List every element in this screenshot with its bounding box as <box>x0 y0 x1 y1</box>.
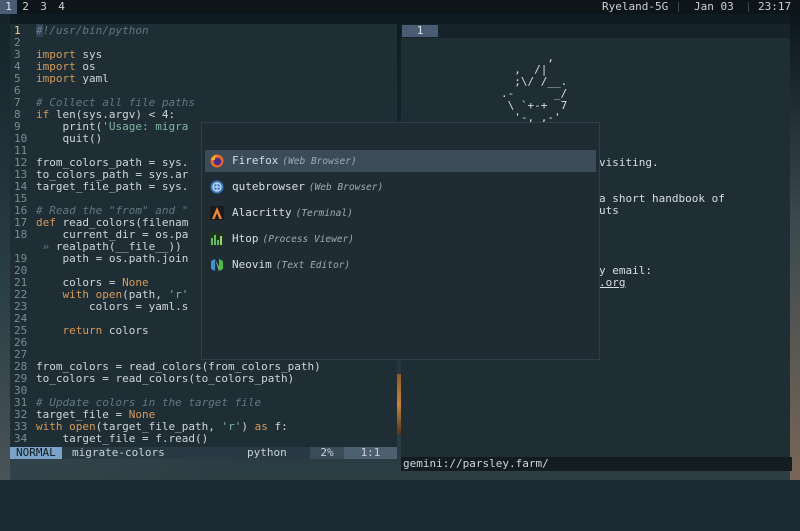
launcher-item-name: qutebrowser <box>232 180 305 193</box>
launcher-item-category: (Web Browser) <box>308 182 384 193</box>
email-link[interactable]: .org <box>599 277 626 289</box>
network-status: Ryeland-5G <box>602 0 669 13</box>
launcher-item-name: Htop <box>232 232 259 245</box>
browser-tab-bar: 1 <box>401 24 790 38</box>
code-token: ) <box>241 420 255 433</box>
neovim-icon <box>210 258 224 272</box>
code-line[interactable]: 5 import yaml <box>10 73 397 85</box>
top-bar: 1 2 3 4 Ryeland-5G Jan 03 23:17 <box>0 0 800 14</box>
firefox-icon <box>210 154 224 168</box>
date-status: Jan 03 <box>694 0 734 13</box>
code-token: 'r' <box>221 420 242 433</box>
code-token: colors <box>102 324 149 337</box>
launcher-item-category: (Process Viewer) <box>262 234 355 245</box>
launcher-item-name: Firefox <box>232 154 279 167</box>
alacritty-icon <box>210 206 224 220</box>
launcher-item-qutebrowser[interactable]: qutebrowser (Web Browser) <box>205 176 596 198</box>
launcher-item-category: (Terminal) <box>295 208 353 219</box>
workspace-3[interactable]: 3 <box>35 0 52 14</box>
code-line[interactable]: 29 to_colors = read_colors(to_colors_path… <box>10 373 397 385</box>
file-type: python <box>247 446 287 459</box>
code-token: f: <box>267 420 288 433</box>
code-line[interactable]: 34 target_file = f.read() <box>10 433 397 445</box>
launcher-item-htop[interactable]: Htop (Process Viewer) <box>205 228 596 250</box>
launcher-item-name: Alacritty <box>232 206 292 219</box>
code-token: as <box>254 420 268 433</box>
code-token: path = os.path.join <box>36 252 189 265</box>
code-token: !/usr/bin/python <box>42 24 149 37</box>
line-number: 18 <box>14 228 28 241</box>
file-name: migrate-colors <box>72 446 165 459</box>
code-token: yaml <box>75 72 109 85</box>
editor-status-line: NORMAL migrate-colors python 2% 1:1 <box>10 447 397 459</box>
code-token: colors = yaml.s <box>36 300 189 313</box>
qutebrowser-icon <box>210 180 224 194</box>
status-separator <box>748 2 749 12</box>
launcher-item-alacritty[interactable]: Alacritty (Terminal) <box>205 202 596 224</box>
code-line[interactable]: 1 #!/usr/bin/python <box>10 24 397 37</box>
scroll-percent: 2% <box>310 447 344 459</box>
wallpaper-strip-left <box>0 14 10 480</box>
code-token: 'Usage: migra <box>102 120 189 133</box>
status-separator <box>678 2 679 12</box>
launcher-item-category: (Text Editor) <box>275 260 351 271</box>
code-token: return <box>62 324 103 337</box>
htop-icon <box>210 232 224 246</box>
page-text-visiting: visiting. <box>599 156 659 169</box>
code-token: to_colors = read_colors(to_colors_path) <box>36 372 295 385</box>
code-token: target_file = f.read() <box>36 432 209 445</box>
app-launcher[interactable]: Firefox (Web Browser) qutebrowser (Web Bro… <box>201 122 600 360</box>
line-number: 34 <box>14 432 28 445</box>
mode-indicator: NORMAL <box>10 447 62 459</box>
workspace-2[interactable]: 2 <box>17 0 34 14</box>
text-cursor: # <box>36 24 43 37</box>
browser-tab[interactable]: 1 <box>402 25 438 37</box>
code-token: quit() <box>36 132 103 145</box>
url-bar[interactable]: gemini://parsley.farm/ <box>401 457 792 471</box>
page-text-handbook-cont: uts <box>599 204 619 217</box>
ascii-art-logo: , , /| ;\/ /__. .- _/ \ `+-+ 7 '-,_,-' <box>501 51 568 124</box>
code-token: import <box>36 72 76 85</box>
workspace-4[interactable]: 4 <box>53 0 70 14</box>
clock-status: 23:17 <box>758 0 792 13</box>
launcher-item-category: (Web Browser) <box>282 156 357 167</box>
code-token: target_file_path = sys. <box>36 180 189 193</box>
launcher-item-neovim[interactable]: Neovim (Text Editor) <box>205 254 596 276</box>
wallpaper-strip-right <box>790 14 800 480</box>
cursor-position: 1:1 <box>344 447 397 459</box>
launcher-item-name: Neovim <box>232 258 272 271</box>
launcher-item-firefox[interactable]: Firefox (Web Browser) <box>205 150 596 172</box>
workspace-1[interactable]: 1 <box>0 0 17 14</box>
